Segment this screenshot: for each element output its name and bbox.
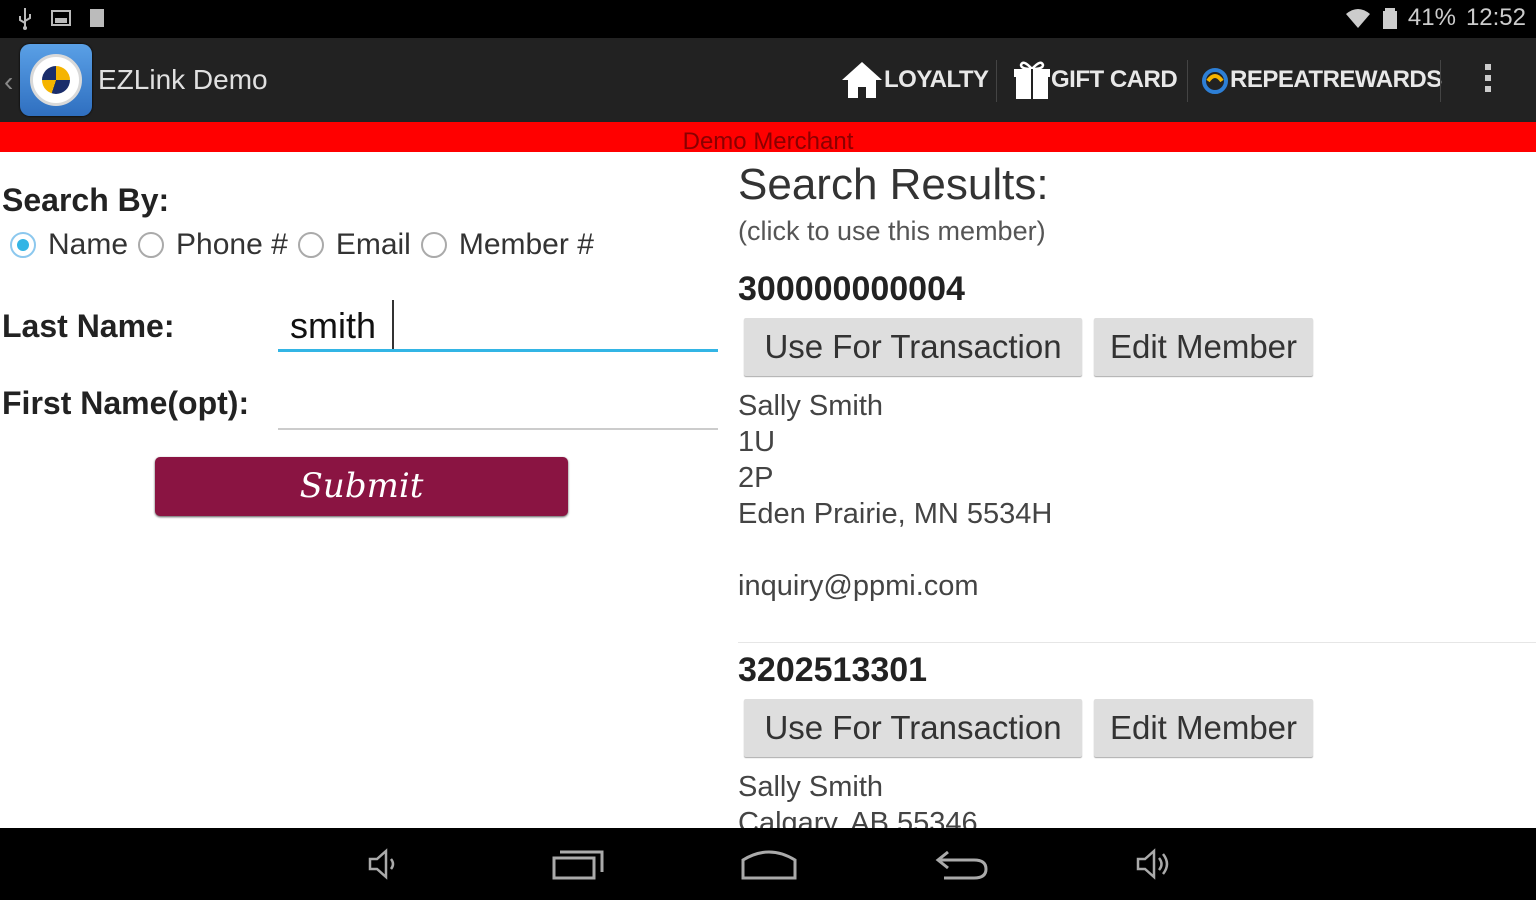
member-name: Sally Smith [738, 771, 884, 803]
merchant-banner: Demo Merchant [0, 122, 1536, 155]
screenshot-icon [51, 10, 71, 26]
last-name-input[interactable] [278, 300, 718, 352]
search-by-label: Search By: [2, 182, 170, 218]
loyalty-label: LOYALTY [884, 66, 989, 93]
gift-card-action[interactable]: GIFT CARD [1013, 38, 1178, 122]
address-line: 2P [738, 462, 774, 494]
repeat-rewards-action[interactable]: REPEATREWARDS [1200, 38, 1442, 122]
merchant-name: Demo Merchant [682, 128, 854, 155]
search-results-title: Search Results: [738, 160, 1049, 209]
edit-member-button[interactable]: Edit Member [1094, 699, 1313, 757]
action-bar: ‹ EZLink Demo LOYALTY GIFT CARD REPEATRE… [0, 38, 1536, 122]
back-nav-icon[interactable] [934, 846, 990, 882]
address-blank [738, 532, 1052, 568]
battery-percent: 41% [1407, 4, 1456, 31]
submit-button[interactable]: Submit [155, 457, 568, 516]
last-name-field[interactable] [278, 300, 718, 352]
gift-icon [1014, 61, 1050, 99]
radio-member[interactable]: Member # [420, 228, 594, 262]
edit-member-button[interactable]: Edit Member [1094, 318, 1313, 376]
radio-selected-icon [10, 232, 36, 258]
search-by-radio-group: Name Phone # Email Member # [10, 228, 604, 262]
volume-down-icon[interactable] [366, 846, 400, 882]
radio-unselected-icon [420, 232, 447, 258]
usb-icon [19, 8, 31, 30]
member-name: Sally Smith [738, 390, 884, 422]
recent-apps-icon[interactable] [550, 846, 606, 882]
radio-label: Email [335, 228, 411, 261]
app-title: EZLink Demo [98, 64, 268, 95]
first-name-field[interactable] [278, 378, 718, 430]
loyalty-action[interactable]: LOYALTY [840, 38, 989, 122]
radio-unselected-icon [138, 232, 165, 258]
battery-icon [1382, 8, 1397, 29]
home-nav-icon[interactable] [740, 846, 798, 882]
member-address[interactable]: Sally Smith Calgary, AB 55346 [738, 769, 978, 828]
use-for-transaction-button[interactable]: Use For Transaction [744, 318, 1082, 376]
result-divider [738, 642, 1536, 643]
radio-unselected-icon [297, 232, 324, 258]
use-for-transaction-button[interactable]: Use For Transaction [744, 699, 1082, 757]
home-icon [842, 62, 882, 98]
text-caret [392, 300, 394, 352]
member-number[interactable]: 3202513301 [738, 651, 927, 690]
radio-label: Phone # [176, 228, 288, 261]
address-city: Calgary, AB 55346 [738, 807, 978, 828]
radio-label: Name [48, 228, 129, 261]
navigation-bar [0, 828, 1536, 900]
app-logo[interactable] [20, 44, 92, 116]
member-email: inquiry@ppmi.com [738, 570, 979, 602]
first-name-input[interactable] [278, 378, 718, 430]
radio-phone[interactable]: Phone # [138, 228, 288, 262]
volume-up-icon[interactable] [1134, 846, 1172, 882]
address-city: Eden Prairie, MN 5534H [738, 498, 1053, 530]
radio-label: Member # [458, 228, 594, 261]
overflow-menu-icon[interactable] [1480, 64, 1496, 92]
repeat-rewards-label: REPEATREWARDS [1230, 66, 1442, 93]
address-line: 1U [738, 426, 776, 458]
radio-email[interactable]: Email [297, 228, 411, 262]
search-results-hint: (click to use this member) [738, 216, 1046, 246]
back-chevron-icon[interactable]: ‹ [4, 66, 13, 98]
sd-card-icon [90, 9, 104, 27]
wifi-icon [1345, 9, 1370, 28]
last-name-label: Last Name: [2, 308, 175, 344]
gift-card-label: GIFT CARD [1051, 66, 1178, 93]
member-address[interactable]: Sally Smith 1U 2P Eden Prairie, MN 5534H… [738, 388, 1052, 604]
first-name-label: First Name(opt): [2, 385, 250, 421]
radio-name[interactable]: Name [10, 228, 128, 262]
status-bar: 41% 12:52 [0, 0, 1536, 38]
member-number[interactable]: 300000000004 [738, 270, 965, 309]
clock: 12:52 [1465, 4, 1526, 31]
repeat-rewards-icon [1202, 68, 1228, 94]
